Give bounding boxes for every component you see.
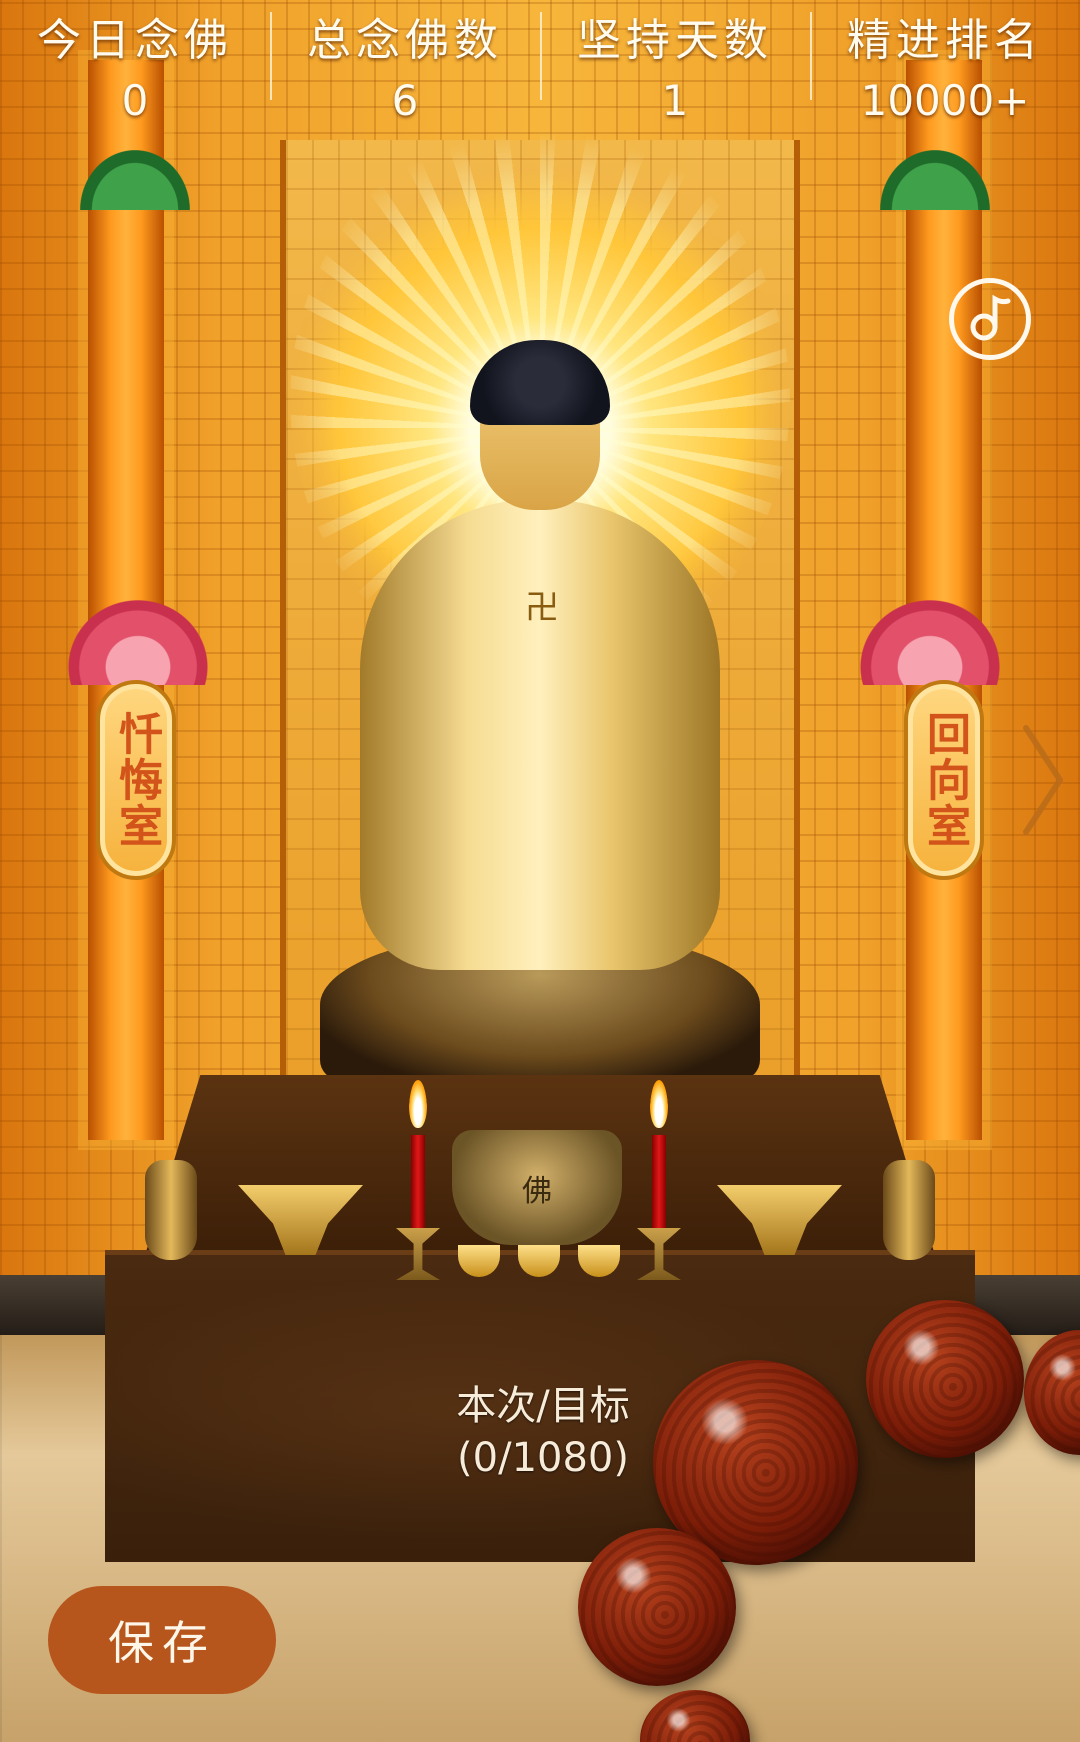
stat-label: 精进排名 [847, 15, 1043, 66]
counter-label: 本次/目标 [456, 1383, 630, 1429]
stat-label: 总念佛数 [307, 15, 503, 66]
stat-ranking[interactable]: 精进排名 10000+ [810, 0, 1080, 125]
right-pillar-ornament [880, 150, 990, 210]
right-vase [883, 1160, 935, 1260]
censer-character: 佛 [522, 1173, 552, 1209]
stat-value: 1 [661, 76, 689, 125]
music-toggle-button[interactable] [949, 278, 1031, 360]
stat-total-count: 总念佛数 6 [270, 0, 540, 125]
counter-progress: (0/1080) [457, 1435, 629, 1481]
repentance-room-label: 忏悔室 [111, 711, 162, 849]
stat-label: 今日念佛 [37, 15, 233, 66]
stat-value: 6 [391, 76, 419, 125]
swastika-symbol: 卍 [525, 588, 559, 628]
repentance-room-plaque[interactable]: 忏悔室 [96, 680, 176, 880]
music-note-icon [970, 294, 1011, 341]
left-candle-flame [409, 1080, 427, 1128]
stat-value: 0 [121, 76, 149, 125]
stat-today-count: 今日念佛 0 [0, 0, 270, 125]
stat-streak-days: 坚持天数 1 [540, 0, 810, 125]
prayer-bead[interactable] [578, 1528, 736, 1686]
dedication-room-plaque[interactable]: 回向室 [904, 680, 984, 880]
stat-value: 10000+ [860, 76, 1030, 125]
right-candle [652, 1135, 666, 1230]
left-vase [145, 1160, 197, 1260]
nianfo-app: 忏悔室 回向室 卍 佛 本次/目标 (0/1080) 今日念佛 0 总念佛数 6… [0, 0, 1080, 1742]
right-lotus [855, 595, 1005, 685]
buddha-statue: 卍 [320, 330, 760, 1100]
prayer-bead[interactable] [866, 1300, 1024, 1458]
incense-burner: 佛 [452, 1130, 622, 1245]
right-candle-flame [650, 1080, 668, 1128]
session-counter: 本次/目标 (0/1080) [388, 1380, 698, 1484]
statue-hair [470, 340, 610, 425]
left-candle [411, 1135, 425, 1230]
chevron-right-icon[interactable] [1018, 720, 1068, 840]
left-pillar-ornament [80, 150, 190, 210]
left-lotus [63, 595, 213, 685]
save-button[interactable]: 保存 [48, 1586, 276, 1694]
dedication-room-label: 回向室 [919, 711, 970, 849]
stat-label: 坚持天数 [577, 15, 773, 66]
statue-robe [360, 500, 720, 970]
stats-bar: 今日念佛 0 总念佛数 6 坚持天数 1 精进排名 10000+ [0, 0, 1080, 125]
